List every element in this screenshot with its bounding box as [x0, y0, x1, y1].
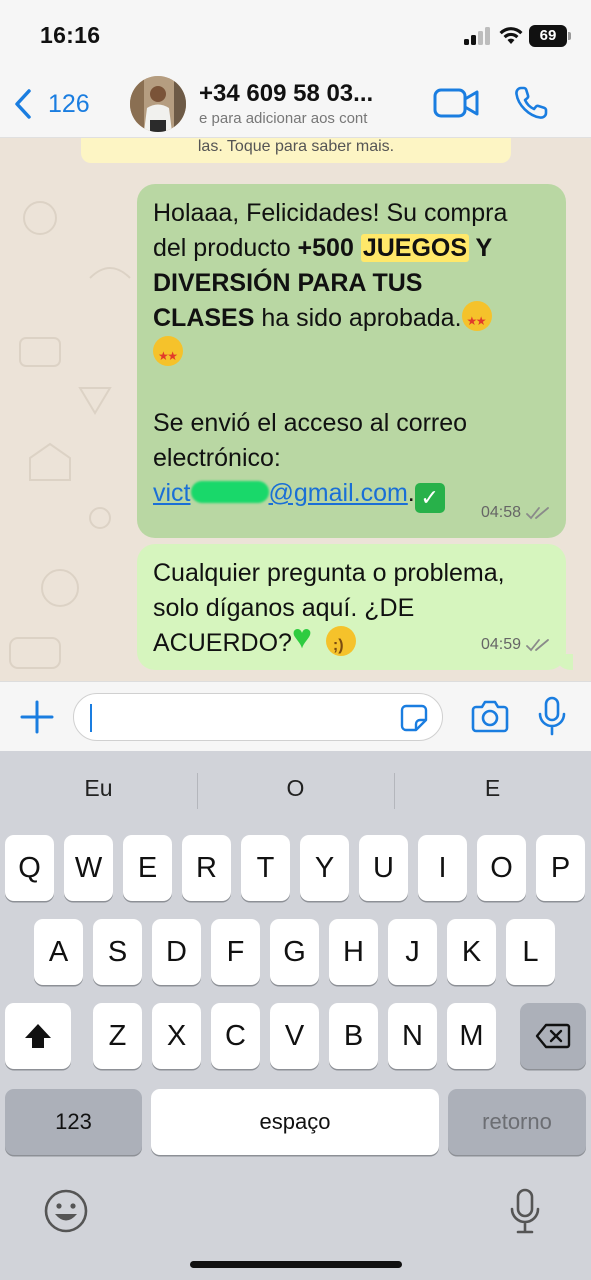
suggestion-3[interactable]: E: [394, 775, 591, 802]
back-chevron-icon: [15, 89, 31, 119]
redaction-mark: [190, 481, 269, 503]
key-o[interactable]: O: [477, 835, 526, 901]
signal-icon: [464, 27, 492, 45]
key-v[interactable]: V: [270, 1003, 319, 1069]
message-bubble[interactable]: Holaaa, Felicidades! Su compra del produ…: [137, 184, 566, 538]
encryption-notice-text: las. Toque para saber mais.: [197, 138, 395, 155]
wifi-icon: [499, 27, 523, 44]
back-button[interactable]: 126: [12, 86, 90, 122]
key-t[interactable]: T: [241, 835, 290, 901]
search-highlight: JUEGOS: [360, 234, 470, 262]
key-u[interactable]: U: [359, 835, 408, 901]
backspace-key[interactable]: [520, 1003, 586, 1069]
message-line: .: [407, 479, 415, 507]
suggestion-1[interactable]: Eu: [0, 775, 197, 802]
winking-face-emoji-icon: [325, 626, 356, 663]
shift-icon: [25, 1024, 51, 1048]
battery-nub: [568, 32, 571, 40]
message-time: 04:59: [480, 636, 521, 653]
bold-text: Y: [469, 234, 493, 262]
unread-count: 126: [48, 89, 90, 118]
key-n[interactable]: N: [388, 1003, 437, 1069]
chat-header: 126 +34 609 58 03... e para adicionar ao…: [0, 70, 591, 138]
email-text: vict: [153, 479, 191, 507]
chat-area[interactable]: las. Toque para saber mais. Holaaa, Feli…: [0, 138, 591, 681]
message-line: Holaaa, Felicidades! Su compra: [153, 199, 508, 227]
star-struck-emoji-icon: [461, 301, 492, 339]
key-a[interactable]: A: [34, 919, 83, 985]
battery-icon: 69: [529, 25, 567, 47]
key-l[interactable]: L: [506, 919, 555, 985]
video-call-icon[interactable]: [433, 87, 479, 119]
suggestion-bar: Eu O E: [0, 751, 591, 833]
status-time: 16:16: [40, 22, 101, 48]
key-y[interactable]: Y: [300, 835, 349, 901]
microphone-icon[interactable]: [535, 696, 569, 736]
email-text: @gmail.com: [268, 479, 408, 507]
camera-icon[interactable]: [471, 699, 509, 733]
backspace-icon: [535, 1023, 571, 1049]
message-line: ACUERDO?: [153, 629, 292, 657]
bold-text: +500: [297, 234, 361, 262]
return-key[interactable]: retorno: [448, 1089, 586, 1155]
message-time: 04:58: [480, 504, 521, 521]
message-text: Holaaa, Felicidades! Su compra del produ…: [153, 196, 550, 513]
message-input[interactable]: [73, 693, 443, 741]
encryption-notice[interactable]: las. Toque para saber mais.: [81, 138, 511, 163]
space-key[interactable]: espaço: [151, 1089, 439, 1155]
message-bubble[interactable]: Cualquier pregunta o problema, solo díga…: [137, 544, 573, 670]
green-heart-emoji-icon: [292, 620, 322, 656]
message-line: Se envió el acceso al correo: [153, 409, 468, 437]
star-struck-emoji-icon: [153, 336, 183, 374]
avatar[interactable]: [130, 76, 186, 132]
key-e[interactable]: E: [123, 835, 172, 901]
message-line: electrónico:: [153, 444, 281, 472]
home-indicator: [190, 1261, 402, 1268]
key-i[interactable]: I: [418, 835, 467, 901]
key-q[interactable]: Q: [5, 835, 54, 901]
message-line: del producto: [153, 234, 298, 262]
dictation-icon[interactable]: [508, 1187, 542, 1235]
phone-icon[interactable]: [513, 85, 549, 121]
composer-bar: [0, 681, 591, 751]
key-w[interactable]: W: [64, 835, 113, 901]
message-meta: 04:58: [481, 495, 550, 530]
key-f[interactable]: F: [211, 919, 260, 985]
message-line: solo díganos aquí. ¿DE: [153, 594, 415, 622]
shift-key[interactable]: [5, 1003, 71, 1069]
key-j[interactable]: J: [388, 919, 437, 985]
bold-text: CLASES: [153, 304, 255, 332]
emoji-icon[interactable]: [42, 1187, 90, 1235]
key-k[interactable]: K: [447, 919, 496, 985]
key-z[interactable]: Z: [93, 1003, 142, 1069]
bold-text: DIVERSIÓN PARA TUS: [153, 269, 423, 297]
plus-icon[interactable]: [18, 698, 56, 736]
avatar-photo: [130, 76, 186, 132]
key-g[interactable]: G: [270, 919, 319, 985]
key-x[interactable]: X: [152, 1003, 201, 1069]
status-bar: 16:16 69: [0, 0, 591, 70]
keyboard: Eu O E Q W E R T Y U I O P A S D F G H J…: [0, 751, 591, 1280]
text-caret: [90, 704, 92, 732]
numbers-key[interactable]: 123: [5, 1089, 142, 1155]
email-link[interactable]: vict @gmail.com: [153, 479, 408, 507]
key-d[interactable]: D: [152, 919, 201, 985]
key-m[interactable]: M: [447, 1003, 496, 1069]
key-c[interactable]: C: [211, 1003, 260, 1069]
contact-name[interactable]: +34 609 58 03...: [199, 80, 425, 108]
key-s[interactable]: S: [93, 919, 142, 985]
message-line: ha sido aprobada.: [254, 304, 462, 332]
key-r[interactable]: R: [182, 835, 231, 901]
key-h[interactable]: H: [329, 919, 378, 985]
sticker-icon[interactable]: [400, 704, 428, 732]
message-line: Cualquier pregunta o problema,: [153, 559, 505, 587]
double-tick-icon: [526, 506, 549, 519]
check-mark-emoji-icon: ✓: [414, 483, 445, 513]
key-p[interactable]: P: [536, 835, 585, 901]
message-meta: 04:59: [481, 627, 550, 662]
double-tick-icon: [526, 638, 549, 651]
suggestion-2[interactable]: O: [197, 775, 394, 802]
key-b[interactable]: B: [329, 1003, 378, 1069]
contact-subtitle[interactable]: e para adicionar aos cont: [199, 110, 425, 127]
